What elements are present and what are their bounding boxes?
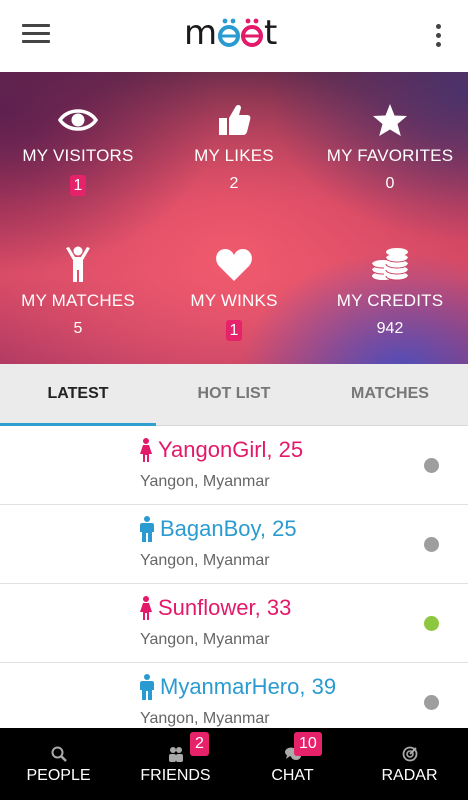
chat-count-badge: 10 [294,732,322,756]
nav-label: FRIENDS [140,767,211,784]
list-item[interactable]: MyanmarHero, 39 Yangon, Myanmar [0,663,468,728]
stat-label: MY MATCHES [21,291,135,310]
heart-icon [156,247,312,283]
stat-count-badge: 1 [225,320,243,341]
more-options-icon[interactable] [434,24,442,50]
coins-icon [312,247,468,283]
stat-my-visitors[interactable]: MY VISITORS 1 [0,102,156,197]
stat-my-favorites[interactable]: MY FAVORITES 0 [312,102,468,197]
tab-hot-list[interactable]: HOT LIST [156,364,312,425]
male-icon [140,674,154,700]
stat-count: 0 [385,175,395,192]
svg-text:m: m [184,14,217,53]
bottom-nav: PEOPLE 2 FRIENDS 10 CHAT RADAR [0,728,468,800]
stat-my-likes[interactable]: MY LIKES 2 [156,102,312,197]
user-name: MyanmarHero, 39 [160,674,337,699]
stat-label: MY LIKES [194,146,274,165]
search-icon [0,746,117,762]
status-dot [424,458,439,473]
user-name: Sunflower, 33 [158,595,292,620]
user-name: BaganBoy, 25 [160,516,297,541]
chat-bubbles-icon [234,746,351,762]
app-logo: m t [0,14,468,58]
nav-people[interactable]: PEOPLE [0,728,117,800]
person-arms-up-icon [0,246,156,283]
stat-label: MY FAVORITES [326,146,454,165]
list-item[interactable]: Sunflower, 33 Yangon, Myanmar [0,584,468,663]
female-icon [140,596,152,620]
status-dot [424,616,439,631]
user-location: Yangon, Myanmar [140,473,270,490]
list-item[interactable]: YangonGirl, 25 Yangon, Myanmar [0,426,468,505]
stat-count: 942 [376,320,404,337]
user-name: YangonGirl, 25 [158,437,304,462]
stat-count-badge: 1 [69,175,87,196]
nav-chat[interactable]: 10 CHAT [234,728,351,800]
friends-count-badge: 2 [190,732,209,756]
stat-count: 5 [73,320,83,337]
nav-label: CHAT [271,767,314,784]
list-item[interactable]: BaganBoy, 25 Yangon, Myanmar [0,505,468,584]
stat-label: MY CREDITS [336,291,444,310]
status-dot [424,537,439,552]
nav-label: PEOPLE [26,767,91,784]
tab-matches[interactable]: MATCHES [312,364,468,425]
male-icon [140,516,154,542]
friends-icon [117,746,234,762]
stat-my-matches[interactable]: MY MATCHES 5 [0,246,156,342]
status-dot [424,695,439,710]
user-location: Yangon, Myanmar [140,710,270,727]
eye-icon [0,102,156,138]
star-icon [312,102,468,138]
tab-latest[interactable]: LATEST [0,364,156,426]
female-icon [140,438,152,462]
tab-bar: LATEST HOT LIST MATCHES [0,364,468,426]
nav-radar[interactable]: RADAR [351,728,468,800]
nav-friends[interactable]: 2 FRIENDS [117,728,234,800]
stat-count: 2 [229,175,239,192]
nav-label: RADAR [381,767,438,784]
stat-my-credits[interactable]: MY CREDITS 942 [312,247,468,342]
app-bar: m t [0,0,468,72]
stats-panel: MY VISITORS 1 MY LIKES 2 MY FAVORITES 0 … [0,72,468,364]
stat-label: MY WINKS [190,291,278,310]
stat-my-winks[interactable]: MY WINKS 1 [156,247,312,342]
stat-label: MY VISITORS [22,146,134,165]
thumbs-up-icon [156,102,312,138]
user-list: YangonGirl, 25 Yangon, Myanmar BaganBoy,… [0,426,468,728]
radar-icon [351,746,468,762]
user-location: Yangon, Myanmar [140,552,270,569]
user-location: Yangon, Myanmar [140,631,270,648]
svg-text:t: t [264,14,277,53]
